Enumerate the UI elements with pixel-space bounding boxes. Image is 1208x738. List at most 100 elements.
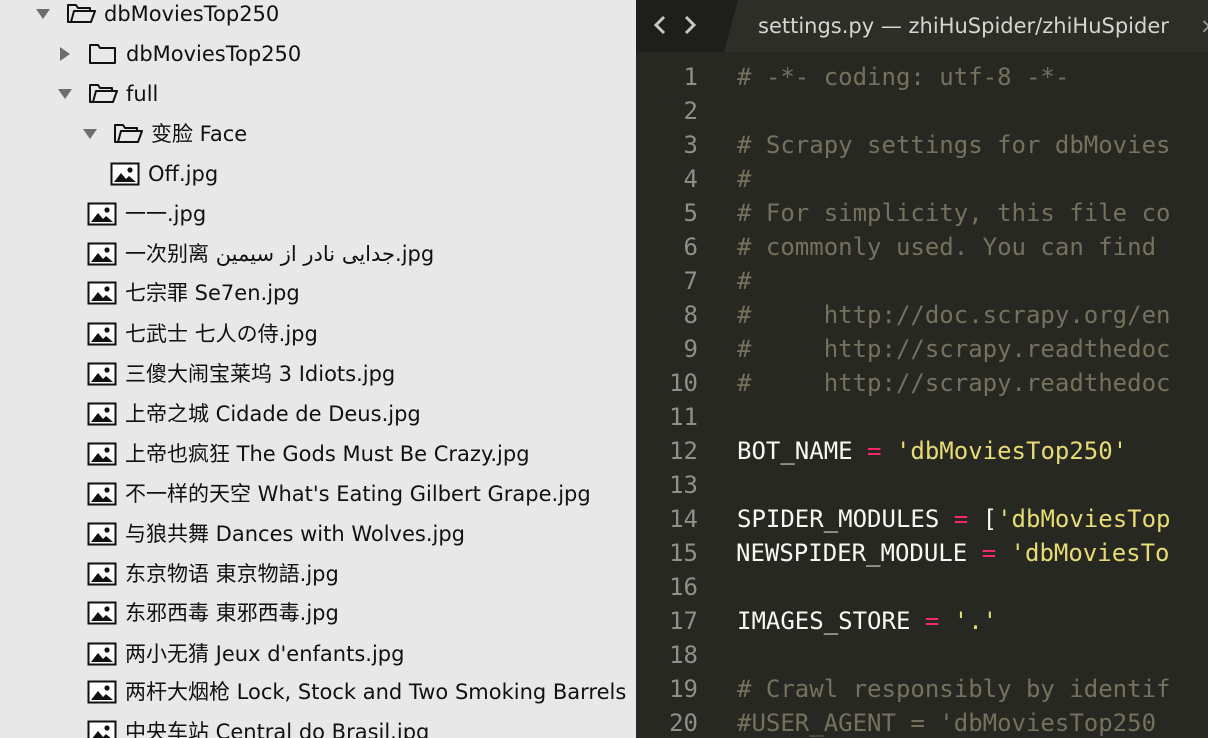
code-line[interactable]: 13 [636, 468, 1208, 502]
code-line[interactable]: 14 SPIDER_MODULES = ['dbMoviesTop [636, 502, 1208, 536]
tree-folder-row[interactable]: 变脸 Face [0, 114, 636, 154]
code-text: BOT_NAME = 'dbMoviesTop250' [737, 434, 1127, 468]
folder-open-icon [66, 3, 96, 25]
tree-file-row[interactable]: 不一样的天空 What's Eating Gilbert Grape.jpg [0, 474, 636, 514]
image-file-icon [87, 281, 117, 305]
tree-item-label: 东京物语 東京物語.jpg [125, 562, 339, 586]
tree-file-row[interactable]: 一次别离 جدایی نادر از سیمین.jpg [0, 234, 636, 274]
image-file-icon [87, 442, 117, 466]
tree-item-label: full [126, 82, 159, 106]
tree-file-row[interactable]: 七宗罪 Se7en.jpg [0, 273, 636, 313]
tree-file-row[interactable]: 上帝也疯狂 The Gods Must Be Crazy.jpg [0, 434, 636, 474]
tree-item-label: 一次别离 جدایی نادر از سیمین.jpg [125, 242, 435, 266]
code-line[interactable]: 20 #USER_AGENT = 'dbMoviesTop250 [636, 706, 1208, 738]
code-text: # http://scrapy.readthedoc [737, 332, 1170, 366]
code-line[interactable]: 11 [636, 400, 1208, 434]
code-line[interactable]: 15 NEWSPIDER_MODULE = 'dbMoviesTo [636, 536, 1208, 570]
code-token-comment: # http://scrapy.readthedoc [737, 335, 1171, 363]
code-line[interactable]: 9 # http://scrapy.readthedoc [636, 332, 1208, 366]
code-line[interactable]: 6 # commonly used. You can find [636, 230, 1208, 264]
line-number: 13 [669, 471, 698, 499]
code-token-punc [853, 437, 867, 465]
line-number: 2 [683, 97, 698, 125]
code-line[interactable]: 2 [636, 94, 1208, 128]
tree-item-label: 一一.jpg [125, 202, 207, 226]
code-token-op: = [867, 437, 882, 465]
line-number: 12 [669, 437, 698, 465]
line-number: 10 [669, 369, 698, 397]
code-line[interactable]: 1 # -*- coding: utf-8 -*- [636, 60, 1208, 94]
disclosure-open-icon[interactable] [34, 5, 52, 23]
disclosure-open-icon[interactable] [81, 125, 99, 143]
tree-item-label: 两杆大烟枪 Lock, Stock and Two Smoking Barrel… [125, 680, 627, 704]
code-line[interactable]: 12 BOT_NAME = 'dbMoviesTop250' [636, 434, 1208, 468]
code-line[interactable]: 17 IMAGES_STORE = '.' [636, 604, 1208, 638]
image-file-icon [87, 362, 117, 386]
close-icon[interactable]: × [1200, 0, 1208, 52]
tree-folder-row[interactable]: full [0, 74, 636, 114]
code-line[interactable]: 5 # For simplicity, this file co [636, 196, 1208, 230]
tree-item-label: 上帝也疯狂 The Gods Must Be Crazy.jpg [125, 442, 530, 466]
disclosure-closed-icon[interactable] [56, 45, 74, 63]
folder-icon [88, 43, 118, 65]
chevron-left-icon[interactable] [650, 13, 670, 37]
code-line[interactable]: 10 # http://scrapy.readthedoc [636, 366, 1208, 400]
tree-item-label: 变脸 Face [151, 122, 248, 146]
image-file-icon [87, 562, 117, 586]
tree-folder-row[interactable]: dbMoviesTop250 [0, 0, 636, 34]
tree-file-row[interactable]: Off.jpg [0, 154, 636, 194]
tree-item-label: 七宗罪 Se7en.jpg [125, 281, 300, 305]
code-token-comment: # http://scrapy.readthedoc [737, 369, 1171, 397]
disclosure-open-icon[interactable] [56, 85, 74, 103]
tree-file-row[interactable]: 东京物语 東京物語.jpg [0, 554, 636, 594]
file-tree-sidebar: dbMoviesTop250 dbMoviesTop250 full 变脸 Face O… [0, 0, 636, 738]
image-file-icon [87, 680, 117, 704]
code-area[interactable]: 1 # -*- coding: utf-8 -*- 2 3 # Scrapy setti… [636, 60, 1208, 738]
tree-folder-row[interactable]: dbMoviesTop250 [0, 34, 636, 74]
tree-item-label: dbMoviesTop250 [126, 42, 302, 66]
code-line[interactable]: 7 # [636, 264, 1208, 298]
code-line[interactable]: 18 [636, 638, 1208, 672]
code-line[interactable]: 3 # Scrapy settings for dbMovies [636, 128, 1208, 162]
tree-file-row[interactable]: 三傻大闹宝莱坞 3 Idiots.jpg [0, 354, 636, 394]
image-file-icon [87, 242, 117, 266]
tree-file-row[interactable]: 上帝之城 Cidade de Deus.jpg [0, 394, 636, 434]
code-text: IMAGES_STORE = '.' [737, 604, 997, 638]
code-token-name: BOT_NAME [737, 437, 853, 465]
code-token-str: 'dbMoviesTop250' [895, 437, 1128, 465]
tree-file-row[interactable]: 中央车站 Central do Brasil.jpg [0, 712, 636, 738]
tree-item-label: 东邪西毒 東邪西毒.jpg [125, 601, 339, 625]
line-number: 1 [683, 63, 698, 91]
image-file-icon [87, 601, 117, 625]
code-line[interactable]: 16 [636, 570, 1208, 604]
line-number: 5 [683, 199, 698, 227]
line-number: 7 [683, 267, 698, 295]
tree-file-row[interactable]: 两杆大烟枪 Lock, Stock and Two Smoking Barrel… [0, 672, 636, 712]
code-token-comment: # For simplicity, this file co [737, 199, 1171, 227]
tree-file-row[interactable]: 与狼共舞 Dances with Wolves.jpg [0, 514, 636, 554]
tree-file-row[interactable]: 七武士 七人の侍.jpg [0, 314, 636, 354]
code-text: # [737, 264, 751, 298]
code-line[interactable]: 4 # [636, 162, 1208, 196]
tree-item-label: 两小无猜 Jeux d'enfants.jpg [125, 642, 405, 666]
code-line[interactable]: 19 # Crawl responsibly by identif [636, 672, 1208, 706]
image-file-icon [87, 642, 117, 666]
code-token-punc [967, 539, 981, 567]
folder-open-icon [113, 123, 143, 145]
tree-item-label: 中央车站 Central do Brasil.jpg [125, 720, 430, 738]
line-number: 15 [669, 539, 698, 567]
code-token-comment: # [737, 165, 752, 193]
code-token-comment: # [737, 267, 752, 295]
code-line[interactable]: 8 # http://doc.scrapy.org/en [636, 298, 1208, 332]
code-text: NEWSPIDER_MODULE = 'dbMoviesTo [736, 536, 1170, 570]
tree-file-row[interactable]: 东邪西毒 東邪西毒.jpg [0, 593, 636, 633]
tree-file-row[interactable]: 两小无猜 Jeux d'enfants.jpg [0, 634, 636, 674]
code-token-comment: # Scrapy settings for dbMovies [737, 131, 1171, 159]
code-token-str: 'dbMoviesTo [1010, 539, 1170, 567]
tab-settings-py[interactable]: settings.py — zhiHuSpider/zhiHuSpider × [724, 0, 1208, 52]
tree-item-label: Off.jpg [148, 162, 219, 186]
code-text: # Crawl responsibly by identif [737, 672, 1170, 706]
tree-file-row[interactable]: 一一.jpg [0, 194, 636, 234]
tree-item-label: 七武士 七人の侍.jpg [125, 322, 318, 346]
chevron-right-icon[interactable] [680, 13, 700, 37]
